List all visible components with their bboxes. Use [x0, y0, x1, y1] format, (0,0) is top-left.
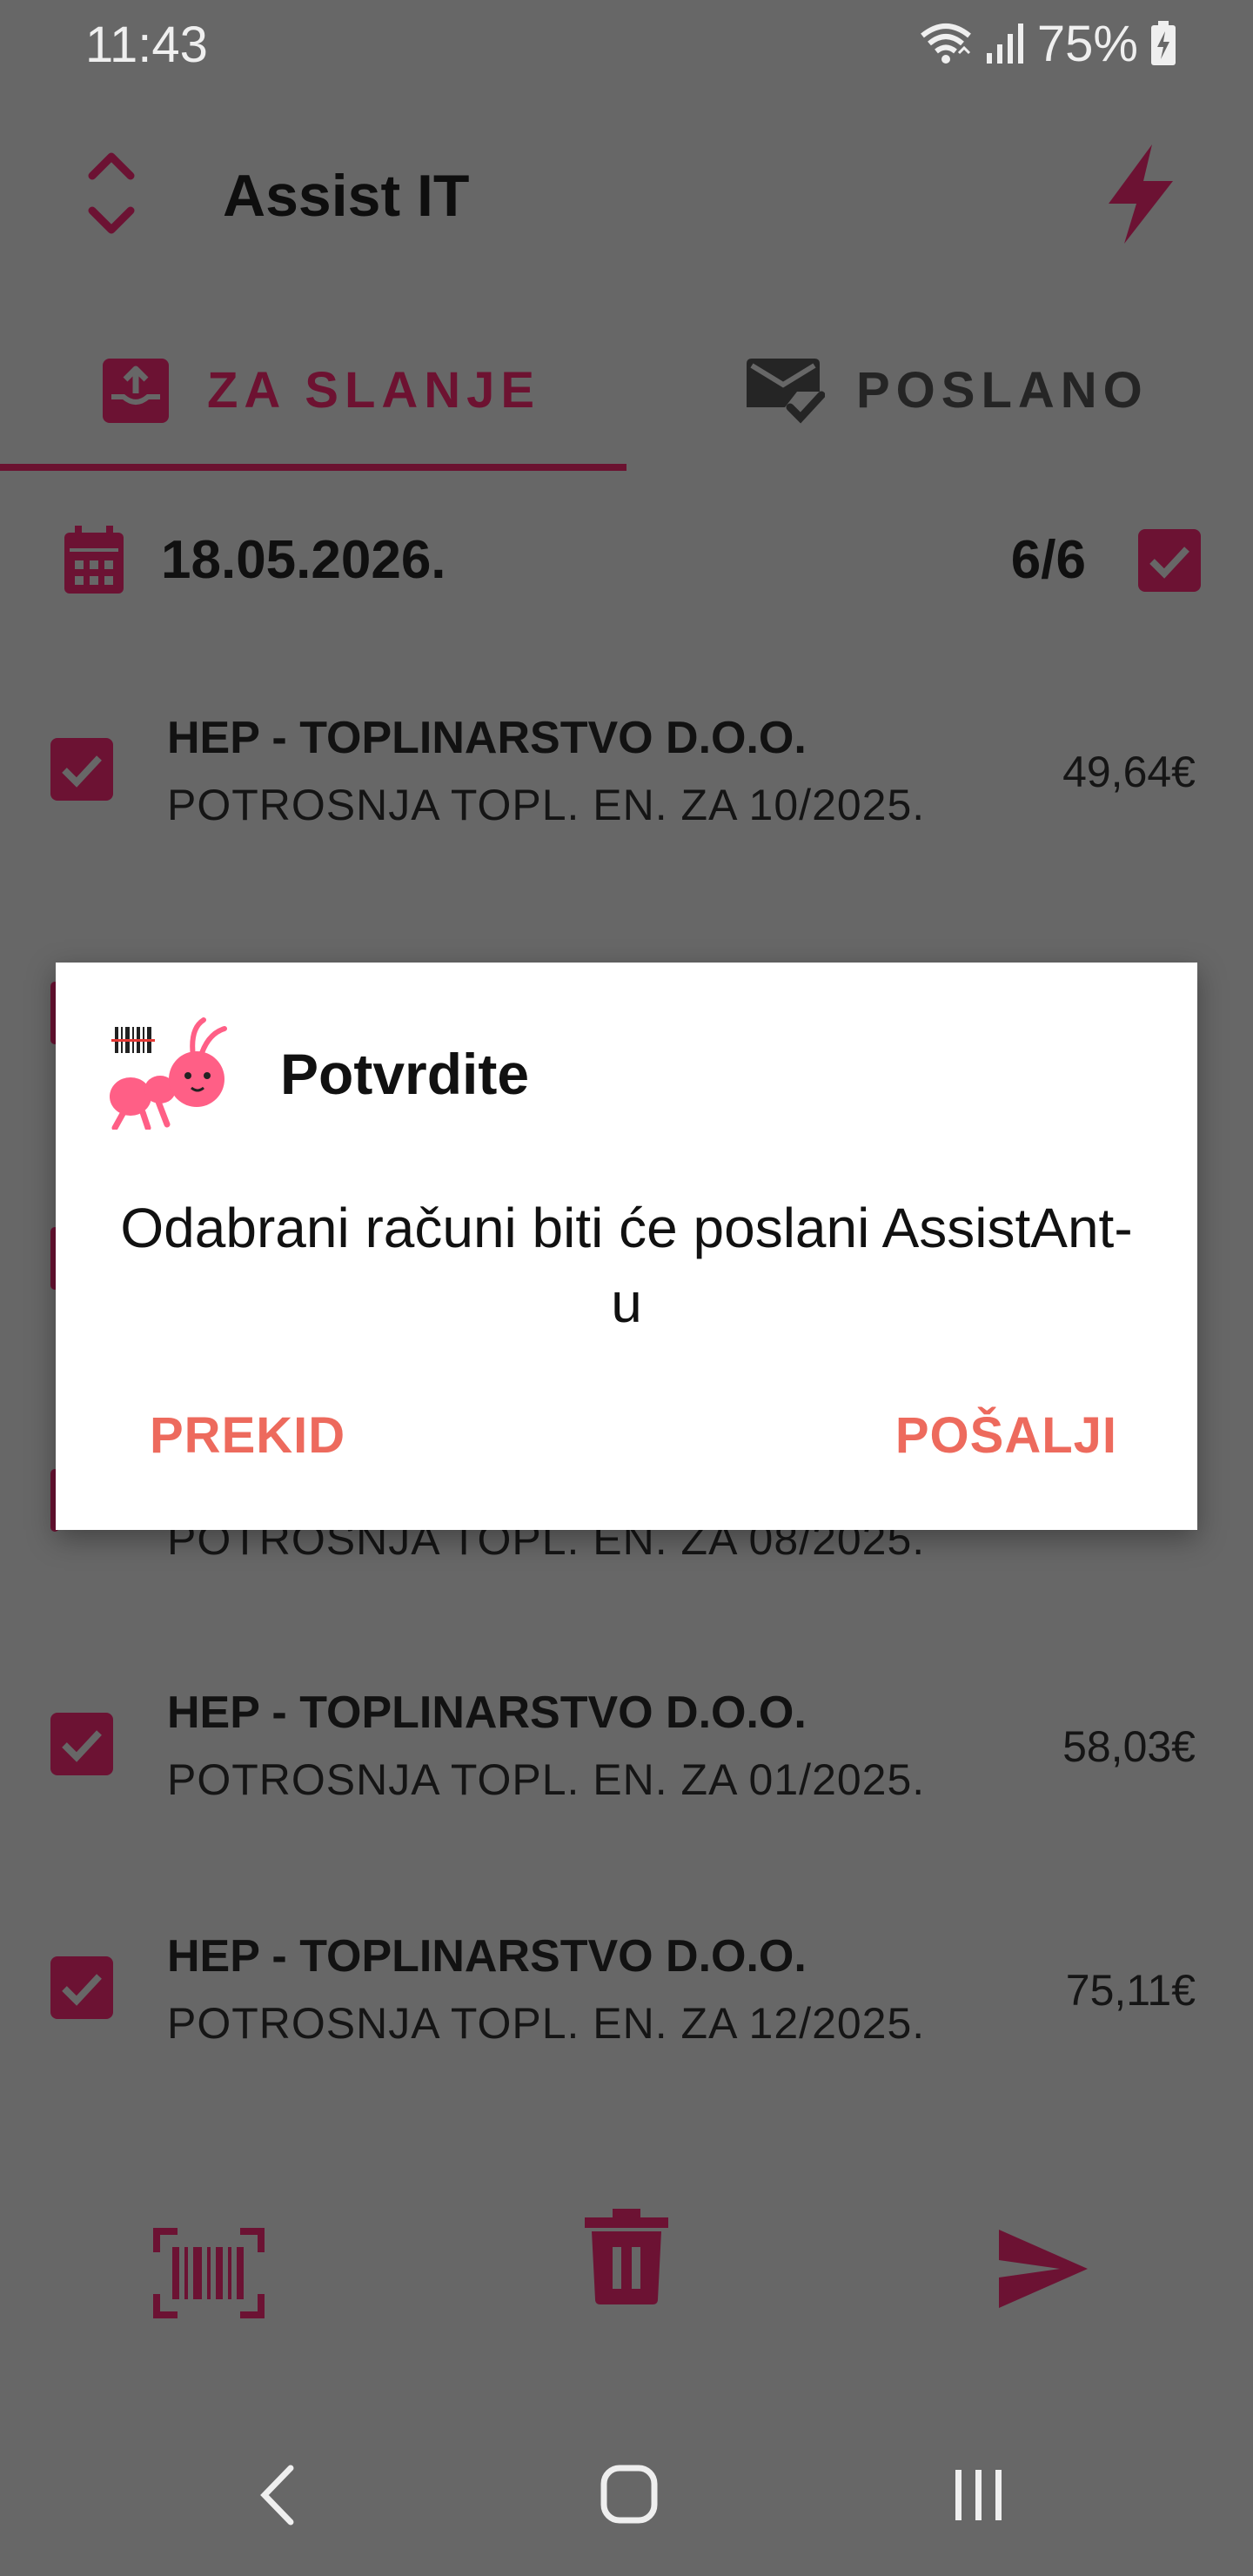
item-amount: 75,11€ [1065, 1966, 1196, 2015]
item-title: HEP - TOPLINARSTVO D.O.O. [167, 1931, 807, 1982]
flash-icon[interactable] [1103, 143, 1176, 245]
item-amount: 49,64€ [1062, 748, 1196, 796]
item-subtitle: POTROSNJA TOPL. EN. ZA 12/2025. [167, 1999, 926, 2048]
confirm-dialog: Potvrdite Odabrani računi biti će poslan… [56, 963, 1197, 1530]
recents-icon[interactable] [952, 2465, 1006, 2526]
tab-za-slanje[interactable]: ZA SLANJE [207, 361, 540, 419]
item-subtitle: POTROSNJA TOPL. EN. ZA 01/2025. [167, 1755, 926, 1804]
dialog-title: Potvrdite [280, 1042, 530, 1106]
battery-percent: 75% [1036, 15, 1138, 72]
item-subtitle: POTROSNJA TOPL. EN. ZA 10/2025. [167, 781, 926, 829]
wifi-icon [921, 23, 971, 64]
checkmark-icon [1149, 547, 1189, 579]
item-amount: 58,03€ [1062, 1722, 1196, 1771]
item-checkbox[interactable] [50, 1713, 113, 1775]
sort-toggle-icon[interactable] [85, 150, 137, 237]
checkmark-icon [62, 1974, 102, 2006]
send-button[interactable]: POŠALJI [895, 1406, 1117, 1465]
active-tab-indicator [0, 464, 626, 471]
trash-icon[interactable] [583, 2209, 670, 2304]
checkmark-icon [62, 755, 102, 788]
item-title: HEP - TOPLINARSTVO D.O.O. [167, 1687, 807, 1738]
mail-sent-icon [747, 359, 825, 424]
select-all-checkbox[interactable] [1138, 529, 1201, 592]
item-title: HEP - TOPLINARSTVO D.O.O. [167, 713, 807, 763]
dialog-message: Odabrani računi biti će poslani AssistAn… [120, 1197, 1133, 1334]
ant-mascot-icon [110, 1017, 227, 1130]
signal-icon [986, 23, 1023, 64]
battery-icon [1151, 21, 1176, 65]
cancel-button[interactable]: PREKID [150, 1406, 345, 1465]
status-time: 11:43 [85, 17, 208, 73]
selection-count: 6/6 [1010, 530, 1086, 590]
item-checkbox[interactable] [50, 1956, 113, 2019]
outbox-icon [103, 359, 169, 423]
back-icon[interactable] [258, 2465, 299, 2526]
barcode-scan-icon[interactable] [153, 2228, 265, 2318]
date-label: 18.05.2026. [161, 530, 446, 590]
home-icon[interactable] [600, 2465, 658, 2524]
app-title: Assist IT [223, 163, 470, 229]
status-right: 75% [919, 15, 1176, 72]
item-checkbox[interactable] [50, 738, 113, 801]
checkmark-icon [62, 1730, 102, 1762]
send-icon[interactable] [999, 2228, 1089, 2310]
calendar-icon [64, 526, 124, 594]
tab-poslano[interactable]: POSLANO [856, 361, 1149, 419]
